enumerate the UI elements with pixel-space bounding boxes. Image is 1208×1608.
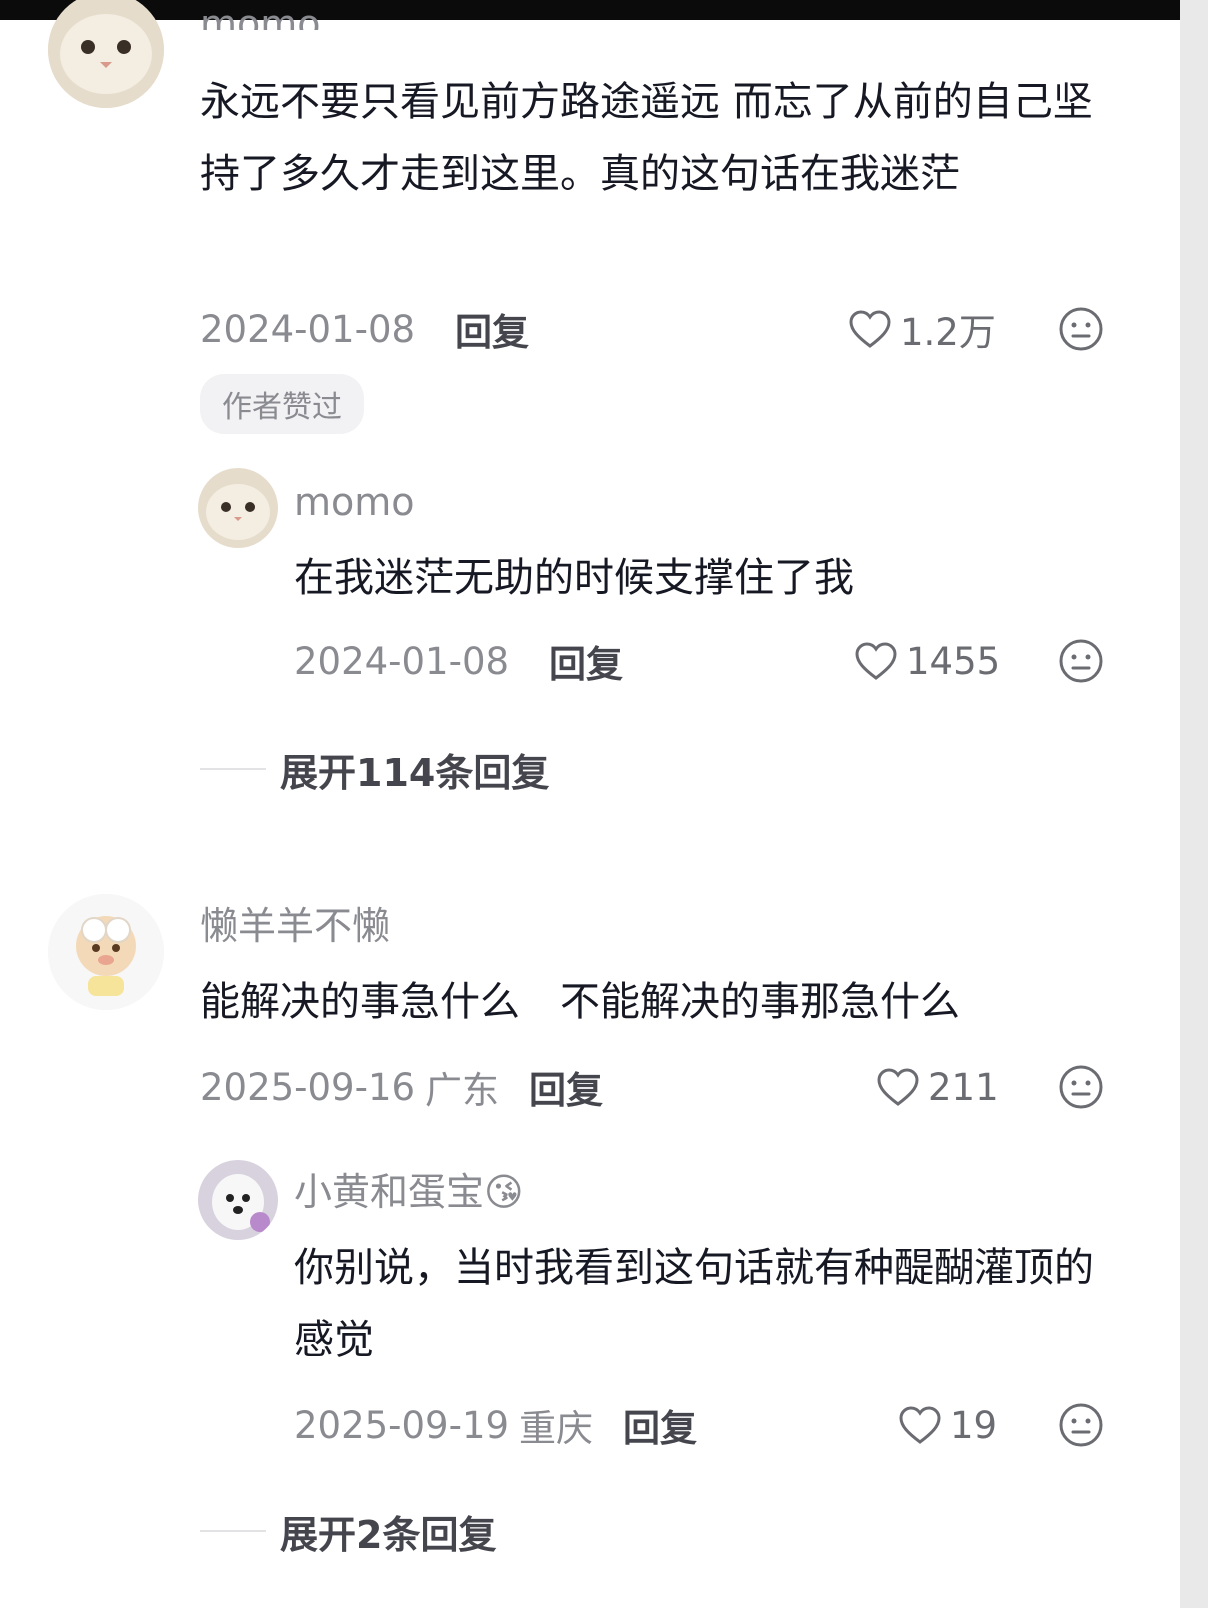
emoji-face-icon[interactable] xyxy=(1058,1064,1104,1110)
heart-outline-icon xyxy=(855,642,897,680)
comment-meta: 2025-09-19 重庆 回复 xyxy=(294,1398,697,1452)
divider xyxy=(200,768,266,770)
status-bar xyxy=(0,0,1208,20)
username[interactable]: 懒羊羊不懒 xyxy=(200,902,390,950)
comment-text: 在我迷茫无助的时候支撑住了我 xyxy=(294,555,854,601)
like-button[interactable]: 19 xyxy=(898,1400,997,1450)
comment-text: 永远不要只看见前方路途遥远 而忘了从前的自己坚持了多久才走到这里。真的这句话在我… xyxy=(200,79,1093,197)
comment-date: 2024-01-08 xyxy=(294,639,510,683)
like-button[interactable]: 1455 xyxy=(854,636,1000,686)
scroll-edge xyxy=(1180,0,1208,1608)
username[interactable]: 小黄和蛋宝😘 xyxy=(294,1168,524,1216)
expand-replies-label: 展开2条回复 xyxy=(280,1512,497,1557)
username[interactable]: momo xyxy=(200,0,321,30)
emoji-face-icon[interactable] xyxy=(1058,638,1104,684)
like-button[interactable]: 1.2万 xyxy=(848,304,996,354)
reply-button[interactable]: 回复 xyxy=(455,302,529,356)
emoji-face-icon[interactable] xyxy=(1058,306,1104,352)
comment-meta: 2025-09-16 广东 回复 xyxy=(200,1060,603,1114)
cat-avatar-icon xyxy=(48,0,164,108)
comment-location: 广东 xyxy=(425,1069,500,1112)
like-count: 1.2万 xyxy=(900,311,996,354)
expand-replies-button[interactable]: 展开2条回复 xyxy=(200,1506,497,1557)
comment-date: 2024-01-08 xyxy=(200,307,416,351)
heart-outline-icon xyxy=(877,1068,919,1106)
dog-avatar-icon xyxy=(198,1160,278,1240)
avatar[interactable] xyxy=(198,468,278,548)
username[interactable]: momo xyxy=(294,478,415,526)
author-liked-badge: 作者赞过 xyxy=(200,374,364,434)
avatar[interactable] xyxy=(48,0,164,108)
comment-meta: 2024-01-08 回复 xyxy=(200,302,529,356)
like-count: 1455 xyxy=(906,639,1001,683)
comment-date: 2025-09-19 xyxy=(294,1403,510,1447)
like-button[interactable]: 211 xyxy=(876,1062,999,1112)
emoji-face-icon[interactable] xyxy=(1058,1402,1104,1448)
heart-outline-icon xyxy=(849,310,891,348)
reply-button[interactable]: 回复 xyxy=(549,634,623,688)
cat-avatar-icon xyxy=(198,468,278,548)
divider xyxy=(200,1530,266,1532)
like-count: 211 xyxy=(928,1065,999,1109)
reply-button[interactable]: 回复 xyxy=(529,1060,603,1114)
expand-replies-label: 展开114条回复 xyxy=(280,750,550,795)
heart-outline-icon xyxy=(899,1406,941,1444)
avatar[interactable] xyxy=(198,1160,278,1240)
reply-button[interactable]: 回复 xyxy=(623,1398,697,1452)
expand-replies-button[interactable]: 展开114条回复 xyxy=(200,744,550,795)
comment-text: 能解决的事急什么 不能解决的事那急什么 xyxy=(200,979,960,1025)
comment-meta: 2024-01-08 回复 xyxy=(294,634,623,688)
like-count: 19 xyxy=(950,1403,998,1447)
comment-text: 你别说，当时我看到这句话就有种醍醐灌顶的感觉 xyxy=(294,1245,1094,1363)
sheep-avatar-icon xyxy=(48,894,164,1010)
comment-date: 2025-09-16 xyxy=(200,1065,416,1109)
comment-location: 重庆 xyxy=(519,1407,594,1450)
avatar[interactable] xyxy=(48,894,164,1010)
